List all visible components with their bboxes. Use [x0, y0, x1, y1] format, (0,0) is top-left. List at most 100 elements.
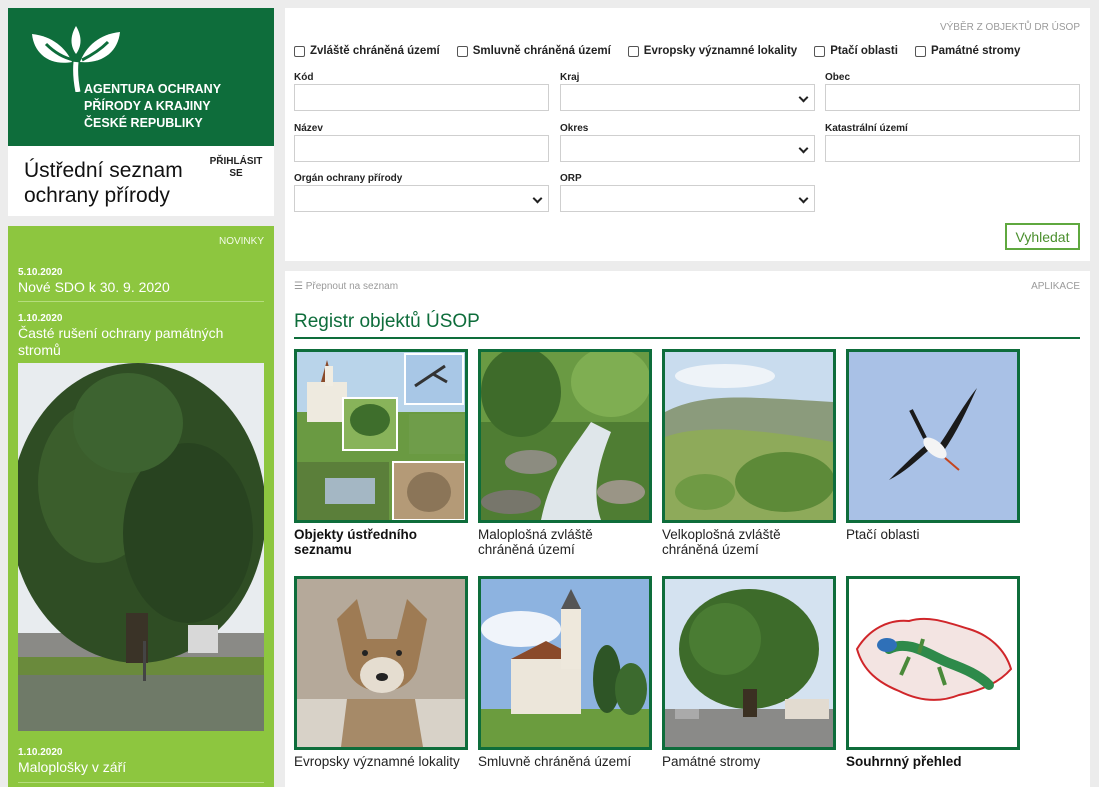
login-label: SE	[229, 168, 243, 179]
news-tree-photo[interactable]	[18, 363, 264, 731]
tile-image[interactable]	[846, 576, 1020, 750]
search-heading: VÝBĚR Z OBJEKTŮ DR ÚSOP	[939, 22, 1080, 33]
site-title[interactable]: Ústřední seznam ochrany přírody	[24, 158, 183, 208]
checkbox-box[interactable]	[294, 45, 305, 57]
hills-image	[665, 352, 833, 520]
site-title-line: ochrany přírody	[24, 184, 170, 207]
tile-caption[interactable]: Souhrnný přehled	[846, 754, 1020, 769]
tile-caption-line: Maloplošná zvláště	[478, 527, 593, 542]
katastr-label: Katastrální území	[825, 123, 908, 134]
checkbox-ptaci-oblasti[interactable]: Ptačí oblasti	[814, 45, 898, 57]
nazev-input[interactable]	[294, 135, 549, 162]
news-title[interactable]: Časté rušení ochrany památných stromů	[18, 325, 264, 359]
obec-input[interactable]	[825, 84, 1080, 111]
tile-caption[interactable]: Smluvně chráněná území	[478, 754, 652, 769]
news-item[interactable]: 1.10.2020 Časté rušení ochrany památných…	[18, 313, 264, 359]
news-title[interactable]: Maloplošky v září	[18, 759, 264, 776]
tile-caption[interactable]: Ptačí oblasti	[846, 527, 1020, 542]
checkbox-label: Zvláště chráněná území	[310, 45, 440, 57]
stork-image	[849, 352, 1017, 520]
kod-input[interactable]	[294, 84, 549, 111]
login-label: PŘIHLÁSIT	[209, 156, 263, 167]
tile-caption-line: Památné stromy	[662, 754, 761, 769]
tile-caption[interactable]: Maloplošná zvláště chráněná území	[478, 527, 652, 557]
tile-caption[interactable]: Velkoplošná zvláště chráněná území	[662, 527, 836, 557]
tile-velkoplosna-zchu[interactable]: Velkoplošná zvláště chráněná území	[662, 349, 836, 557]
kod-label: Kód	[294, 72, 314, 83]
tile-caption-line: seznamu	[294, 542, 352, 557]
tile-caption[interactable]: Evropsky významné lokality	[294, 754, 468, 769]
tile-ptaci-oblasti[interactable]: Ptačí oblasti	[846, 349, 1020, 542]
news-date: 1.10.2020	[18, 747, 63, 758]
tile-caption-line: chráněná území	[478, 542, 575, 557]
wolf-image	[297, 579, 465, 747]
okres-label: Okres	[560, 123, 589, 134]
search-panel: VÝBĚR Z OBJEKTŮ DR ÚSOP Zvláště chráněná…	[285, 8, 1090, 261]
news-divider	[18, 782, 264, 783]
title-underline	[294, 337, 1080, 339]
checkbox-pamatne-stromy[interactable]: Památné stromy	[914, 45, 1021, 57]
news-item[interactable]: 5.10.2020 Nové SDO k 30. 9. 2020	[18, 267, 264, 296]
news-title[interactable]: Nové SDO k 30. 9. 2020	[18, 279, 264, 296]
tile-caption-line: Smluvně chráněná území	[478, 754, 632, 769]
tile-image[interactable]	[662, 349, 836, 523]
organ-select[interactable]	[294, 185, 549, 212]
site-header: Ústřední seznam ochrany přírody PŘIHLÁSI…	[8, 146, 274, 216]
tree-photo-image	[18, 363, 264, 731]
river-image	[481, 352, 649, 520]
checkbox-label: Památné stromy	[930, 45, 1021, 57]
login-link[interactable]: PŘIHLÁSIT SE	[208, 156, 264, 180]
registry-panel: ☰ Přepnout na seznam APLIKACE Registr ob…	[285, 271, 1090, 787]
orp-select[interactable]	[560, 185, 815, 212]
obec-label: Obec	[825, 72, 851, 83]
list-icon: ☰	[294, 281, 306, 292]
tile-evropsky-vyznamne-lokality[interactable]: Evropsky významné lokality	[294, 576, 468, 769]
kraj-select[interactable]	[560, 84, 815, 111]
agency-name-line: PŘÍRODY A KRAJINY	[84, 99, 211, 113]
checkbox-box[interactable]	[456, 45, 468, 57]
kraj-label: Kraj	[560, 72, 580, 83]
agency-name-line: AGENTURA OCHRANY	[84, 82, 222, 96]
agency-logo[interactable]: AGENTURA OCHRANY PŘÍRODY A KRAJINY ČESKÉ…	[8, 8, 274, 146]
tile-smluvne-chranena-uzemi[interactable]: Smluvně chráněná území	[478, 576, 652, 769]
czech-map-lizard-image	[849, 579, 1017, 747]
organ-label: Orgán ochrany přírody	[294, 173, 403, 184]
checkbox-zvlaste-chranena[interactable]: Zvláště chráněná území	[294, 45, 440, 57]
tile-image[interactable]	[662, 576, 836, 750]
category-filters: Zvláště chráněná území Smluvně chráněná …	[294, 45, 1037, 57]
collage-image	[297, 352, 465, 520]
tile-image[interactable]	[294, 576, 468, 750]
church-image	[481, 579, 649, 747]
news-item[interactable]: 1.10.2020 Maloplošky v září	[18, 747, 264, 776]
checkbox-box[interactable]	[627, 45, 639, 57]
tile-objekty-ustredniho-seznamu[interactable]: Objekty ústředního seznamu	[294, 349, 468, 557]
checkbox-box[interactable]	[814, 45, 826, 57]
search-button[interactable]: Vyhledat	[1005, 223, 1080, 250]
news-heading[interactable]: NOVINKY	[219, 236, 264, 247]
news-date: 1.10.2020	[18, 313, 63, 324]
tile-image[interactable]	[478, 349, 652, 523]
tile-caption-line: Ptačí oblasti	[846, 527, 920, 542]
tile-image[interactable]	[846, 349, 1020, 523]
orp-label: ORP	[560, 173, 582, 184]
katastr-input[interactable]	[825, 135, 1080, 162]
checkbox-box[interactable]	[914, 45, 926, 57]
news-panel: NOVINKY 5.10.2020 Nové SDO k 30. 9. 2020…	[8, 226, 274, 787]
agency-name-line: ČESKÉ REPUBLIKY	[84, 116, 203, 130]
tile-caption[interactable]: Objekty ústředního seznamu	[294, 527, 468, 557]
tile-caption[interactable]: Památné stromy	[662, 754, 836, 769]
okres-select[interactable]	[560, 135, 815, 162]
apps-label: APLIKACE	[1031, 281, 1080, 292]
tile-caption-line: Evropsky významné lokality	[294, 754, 460, 769]
tile-maloplosna-zchu[interactable]: Maloplošná zvláště chráněná území	[478, 349, 652, 557]
checkbox-label: Evropsky významné lokality	[643, 45, 798, 57]
switch-to-list-link[interactable]: ☰ Přepnout na seznam	[294, 281, 398, 292]
checkbox-smluvne-chranena[interactable]: Smluvně chráněná území	[456, 45, 611, 57]
tile-souhrnny-prehled[interactable]: Souhrnný přehled	[846, 576, 1020, 769]
tile-pamatne-stromy[interactable]: Památné stromy	[662, 576, 836, 769]
checkbox-evl[interactable]: Evropsky významné lokality	[627, 45, 798, 57]
tile-image[interactable]	[294, 349, 468, 523]
news-divider	[18, 301, 264, 302]
tile-image[interactable]	[478, 576, 652, 750]
registry-title: Registr objektů ÚSOP	[294, 311, 480, 332]
